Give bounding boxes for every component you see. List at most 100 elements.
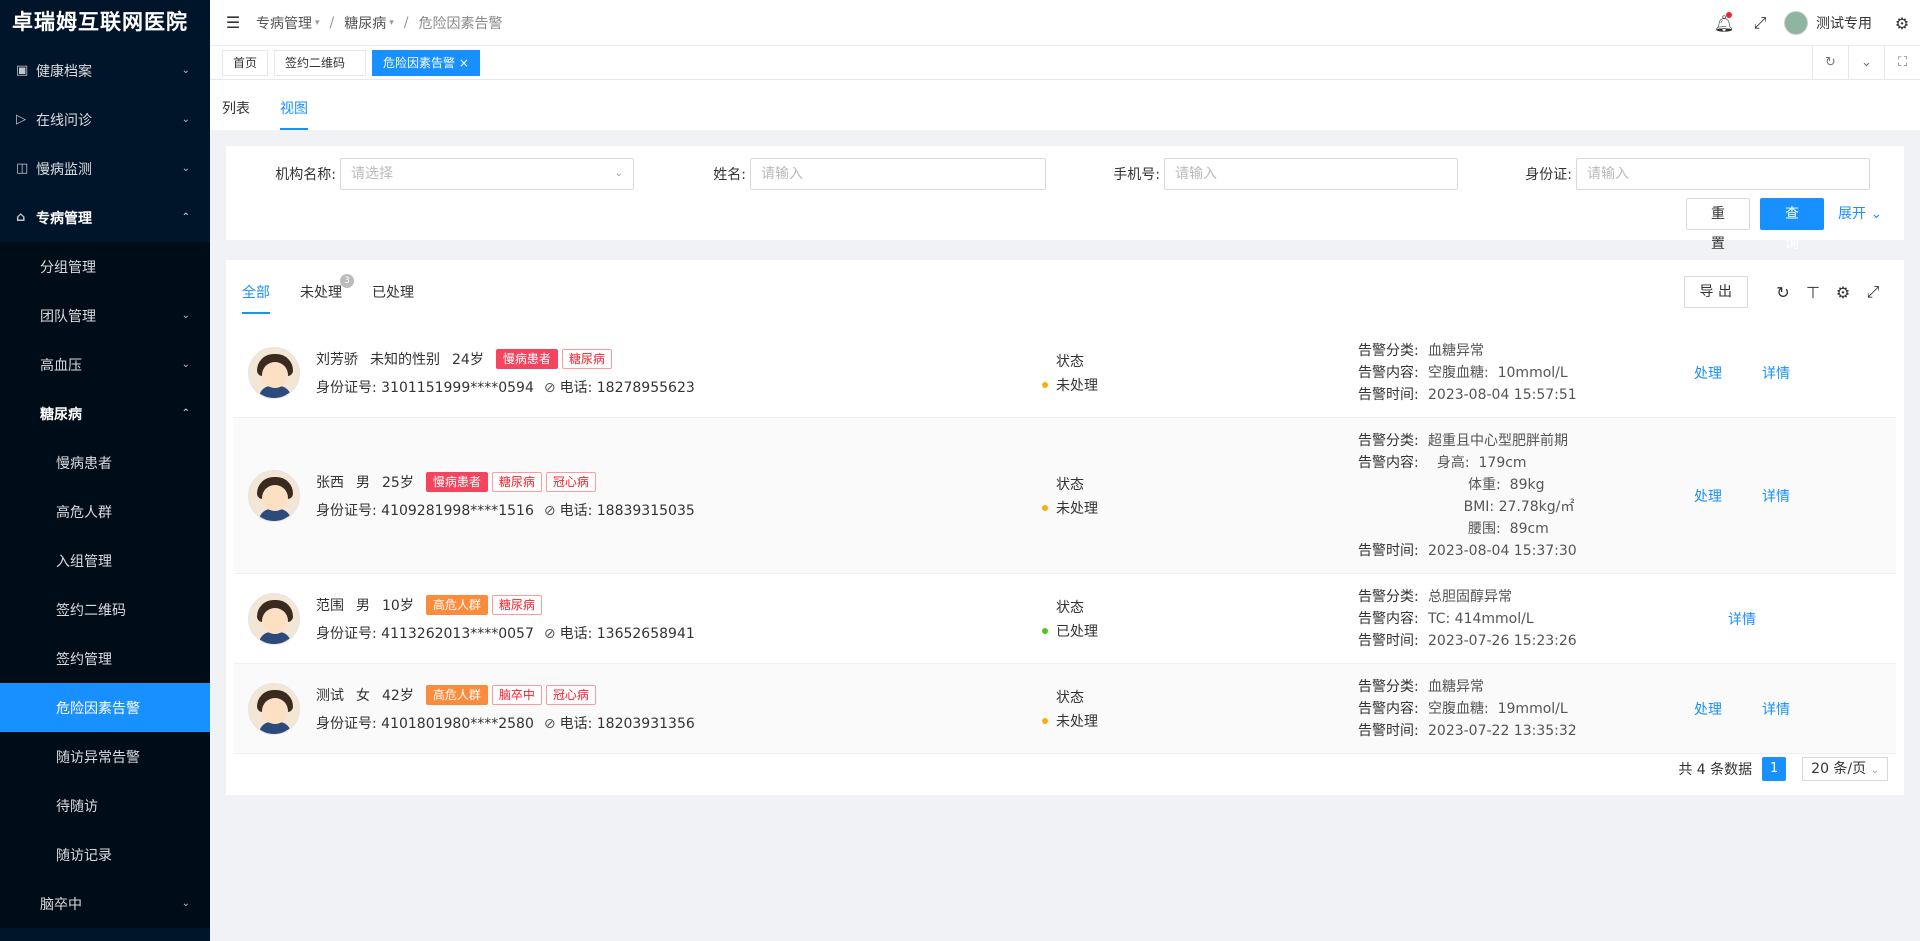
patient-tag: 慢病患者 [495, 349, 558, 369]
settings-gear-icon[interactable]: ⚙ [1884, 14, 1920, 33]
tab-list[interactable]: 列表 [222, 98, 250, 130]
eye-off-icon[interactable]: ⊘ [544, 716, 556, 732]
alert-content-line: BMI: 27.78kg/㎡ [1358, 496, 1577, 518]
detail-button[interactable]: 详情 [1762, 699, 1790, 719]
detail-button[interactable]: 详情 [1762, 363, 1790, 383]
status-cell: 状态 未处理 [1042, 351, 1098, 395]
sidebar-item[interactable]: ▷ 在线问诊 ⌄ [0, 95, 210, 144]
fullscreen-icon[interactable]: ⤢ [1742, 13, 1778, 33]
sidebar-item[interactable]: 签约管理 [0, 634, 210, 683]
sidebar-item[interactable]: 团队管理 ⌄ [0, 291, 210, 340]
status-label: 状态 [1056, 600, 1084, 616]
column-height-icon[interactable]: ⊤ [1798, 283, 1828, 302]
name-label: 姓名: [713, 167, 746, 183]
tab-all[interactable]: 全部 [242, 282, 270, 314]
breadcrumb-item[interactable]: 专病管理 [256, 13, 312, 33]
alert-content-line: 告警内容: 空腹血糖: 10mmol/L [1358, 362, 1577, 384]
patient-phone: 电话: 18278955623 [559, 380, 695, 396]
alert-content: 体重: 89kg [1428, 477, 1545, 493]
sidebar-item-label: 入组管理 [56, 553, 112, 570]
sidebar-item[interactable]: 危险因素告警 [0, 683, 210, 732]
sidebar-item[interactable]: 随访异常告警 [0, 732, 210, 781]
sidebar-item[interactable]: 分组管理 [0, 242, 210, 291]
reset-button[interactable]: 重 置 [1686, 198, 1750, 252]
refresh-icon[interactable]: ↻ [1812, 46, 1848, 80]
sidebar-item-label: 高危人群 [56, 504, 112, 521]
patient-age: 25岁 [382, 475, 414, 491]
alert-time: 2023-08-04 15:57:51 [1428, 387, 1577, 403]
handle-button[interactable]: 处理 [1694, 699, 1722, 719]
status-value: 未处理 [1042, 498, 1098, 518]
fullscreen-icon[interactable]: ⤢ [1858, 282, 1888, 302]
chevron-down-icon[interactable]: ⌄ [1848, 46, 1884, 80]
tab-processed[interactable]: 已处理 [372, 282, 414, 314]
status-text: 未处理 [1056, 378, 1098, 394]
org-placeholder: 请选择 [351, 166, 393, 182]
sidebar-item[interactable]: 签约二维码 [0, 585, 210, 634]
status-dot [1042, 505, 1048, 511]
sidebar-item[interactable]: 高危人群 [0, 487, 210, 536]
page-size-select[interactable]: 20 条/页 ⌄ [1802, 757, 1888, 781]
close-icon[interactable]: × [459, 56, 469, 70]
sidebar-item[interactable]: 糖尿病 ⌃ [0, 389, 210, 438]
sidebar-item[interactable]: 入组管理 [0, 536, 210, 585]
sidebar-item[interactable]: ⌂ 专病管理 ⌃ [0, 193, 210, 242]
sidebar-item[interactable]: 待随访 [0, 781, 210, 830]
sidebar-item-label: 随访异常告警 [56, 749, 140, 766]
menu-fold-icon[interactable]: ☰ [210, 13, 256, 32]
export-button[interactable]: 导 出 [1683, 276, 1748, 308]
eye-off-icon[interactable]: ⊘ [544, 503, 556, 519]
tab-pending[interactable]: 未处理 3 [300, 274, 354, 314]
breadcrumb-item[interactable]: 糖尿病 [344, 13, 386, 33]
user-avatar[interactable] [1784, 11, 1808, 35]
bell-icon[interactable]: 🔔︎ [1706, 11, 1742, 33]
page-1-button[interactable]: 1 [1762, 757, 1787, 781]
setting-icon[interactable]: ⚙ [1828, 283, 1858, 302]
table-row: 测试女 42岁 高危人群 脑卒中 冠心病 身份证号: 4101801980****2580… [234, 664, 1896, 754]
sidebar-item[interactable]: 高血压 ⌄ [0, 340, 210, 389]
patient-phone: 电话: 18839315035 [559, 503, 695, 519]
tab-view[interactable]: 视图 [280, 98, 308, 130]
patient-tag: 糖尿病 [491, 472, 542, 492]
status-dot [1042, 628, 1048, 634]
user-name[interactable]: 测试专用 [1816, 13, 1872, 33]
tab-risk-alert[interactable]: 危险因素告警 × [372, 49, 480, 76]
sidebar-menu: ▣ 健康档案 ⌄ ▷ 在线问诊 ⌄ ◫ 慢病监测 ⌄ ⌂ 专病管理 ⌃ 分组管理 团队管理 ⌄ 高血压 ⌄ 糖尿病… [0, 46, 210, 928]
alert-time-key: 告警时间: [1358, 723, 1419, 739]
alert-content: 腰围: 89cm [1428, 521, 1549, 537]
handle-button[interactable]: 处理 [1694, 363, 1722, 383]
patient-avatar [248, 683, 300, 735]
eye-off-icon[interactable]: ⊘ [544, 626, 556, 642]
alert-content-line: 告警内容: 身高: 179cm [1358, 452, 1577, 474]
refresh-icon[interactable]: ↻ [1768, 283, 1798, 302]
chevron-down-icon: ⌄ [181, 114, 190, 125]
handle-button[interactable]: 处理 [1694, 486, 1722, 506]
detail-button[interactable]: 详情 [1728, 609, 1756, 629]
sidebar-item-label: 慢病患者 [56, 455, 112, 472]
sidebar-item[interactable]: ▣ 健康档案 ⌄ [0, 46, 210, 95]
tab-home[interactable]: 首页 [222, 49, 269, 76]
patient-tag: 慢病患者 [425, 472, 488, 492]
sidebar-item[interactable]: 随访记录 [0, 830, 210, 879]
patient-line2: 身份证号: 4113262013****0057 ⊘ 电话: 13652658941 [316, 623, 695, 643]
name-input[interactable]: 请输入 [750, 158, 1046, 190]
sidebar-item[interactable]: 脑卒中 ⌄ [0, 879, 210, 928]
patient-name: 张西 [316, 475, 344, 491]
detail-button[interactable]: 详情 [1762, 486, 1790, 506]
org-select[interactable]: 请选择 ⌄ [340, 158, 634, 190]
org-label: 机构名称: [275, 167, 336, 183]
patient-tag: 高危人群 [425, 685, 488, 705]
patient-tag: 糖尿病 [491, 595, 542, 615]
tab-sign-qrcode[interactable]: 签约二维码 [274, 49, 367, 76]
expand-button[interactable]: 展开 ⌄ [1838, 198, 1882, 230]
patient-age: 10岁 [382, 598, 414, 614]
maximize-icon[interactable]: ⛶ [1884, 46, 1920, 80]
main-content: 列表 视图 机构名称: 请选择 ⌄ 姓名: 请输入 手机号: 请输入 身份证: 请… [210, 80, 1920, 941]
eye-off-icon[interactable]: ⊘ [544, 380, 556, 396]
query-button[interactable]: 查 询 [1760, 198, 1824, 252]
sidebar-item[interactable]: 慢病患者 [0, 438, 210, 487]
sidebar-item[interactable]: ◫ 慢病监测 ⌄ [0, 144, 210, 193]
id-input[interactable]: 请输入 [1576, 158, 1870, 190]
alert-category: 血糖异常 [1428, 343, 1484, 359]
phone-input[interactable]: 请输入 [1164, 158, 1458, 190]
